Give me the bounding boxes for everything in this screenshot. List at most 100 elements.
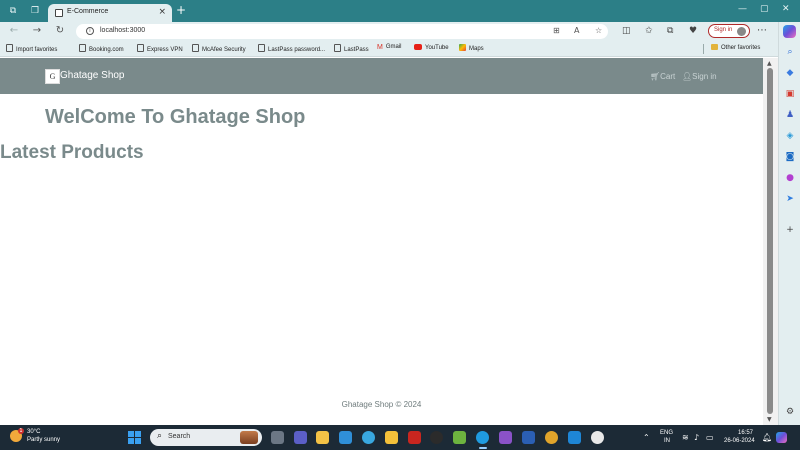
import-icon [6,44,13,52]
store-app-icon[interactable] [453,431,466,444]
weather-description[interactable]: Partly sunny [27,437,60,443]
more-menu-icon[interactable]: ⋯ [757,25,767,36]
bookmark-other-favorites[interactable]: Other favorites [711,44,760,51]
page-icon [334,44,341,52]
bookmark-youtube[interactable]: YouTube [414,44,449,51]
new-tab-button[interactable]: + [176,4,186,16]
bookmark-mcafee[interactable]: McAfee Security [192,44,246,53]
search-highlight-image [240,431,258,444]
word-icon[interactable] [522,431,535,444]
vscode-icon[interactable] [568,431,581,444]
brand-logo-icon[interactable]: G [45,69,60,84]
collections-icon[interactable]: ⧉ [667,26,673,36]
widgets-icon[interactable] [316,431,329,444]
browser-essentials-icon[interactable]: ♥ [689,26,697,36]
cart-icon: 🛒︎ [650,72,661,81]
clock-time[interactable]: 16:57 [738,430,753,436]
favorites-icon[interactable]: ✩ [645,26,653,36]
minimize-icon[interactable]: — [738,4,747,14]
scroll-up-icon[interactable]: ▲ [767,60,772,67]
copilot-app-icon[interactable] [362,431,375,444]
location-app-icon[interactable] [591,431,604,444]
bookmark-lastpass-password[interactable]: LastPass password... [258,44,325,53]
outlook-icon[interactable]: ◙ [784,152,796,162]
bookmark-label: Other favorites [721,45,761,51]
refresh-icon[interactable]: ↻ [54,25,66,36]
scroll-down-icon[interactable]: ▼ [767,416,772,423]
bookmark-label: Maps [469,46,484,52]
search-icon[interactable]: ⌕ [784,47,796,57]
start-tile [135,438,141,444]
battery-icon[interactable]: ▭ [706,433,714,442]
address-url[interactable]: localhost:3000 [100,27,145,34]
maximize-icon[interactable]: ▢ [760,4,769,14]
forward-icon[interactable]: → [31,25,43,36]
edge-active-indicator [479,447,487,449]
taskbar-search[interactable]: ⌕ Search [150,429,262,446]
tab-ecommerce[interactable]: E-Commerce × [48,4,172,22]
bookmark-label: LastPass [344,47,369,53]
add-sidebar-icon[interactable]: + [784,225,796,235]
cart-link[interactable]: 🛒︎Cart [650,72,675,81]
bookmarks-divider [703,44,704,54]
chrome-icon[interactable] [545,431,558,444]
browser-titlebar: ⧉ ❐ E-Commerce × + — ▢ ✕ [0,0,800,22]
edge-icon[interactable] [476,431,489,444]
bookmark-gmail[interactable]: M Gmail [377,44,402,51]
tag-icon[interactable]: ◆ [784,68,796,78]
browser-signin-button[interactable]: Sign in [708,24,750,38]
copilot-icon[interactable] [783,25,796,38]
weather-temperature[interactable]: 30°C [27,429,40,435]
wifi-icon[interactable]: ≋ [682,433,689,442]
media-app-icon[interactable] [430,431,443,444]
show-hidden-icons-icon[interactable]: ⌃ [643,433,650,442]
bookmark-express-vpn[interactable]: Express VPN [137,44,183,53]
page-icon [192,44,199,52]
bookmark-label: LastPass password... [268,47,326,53]
page-icon [258,44,265,52]
signin-link[interactable]: 👤︎Sign in [682,72,717,81]
clock-date[interactable]: 26-06-2024 [724,438,755,444]
windows-taskbar: 1 30°C Partly sunny ⌕ Search ⌃ ENG IN ≋ … [0,425,800,450]
page-icon [137,44,144,52]
tab-close-icon[interactable]: × [158,7,166,17]
workspaces-icon[interactable]: ⧉ [8,6,18,16]
visual-studio-icon[interactable] [499,431,512,444]
app-available-icon[interactable]: ⊞ [553,26,560,35]
language-region[interactable]: IN [664,438,670,444]
close-window-icon[interactable]: ✕ [782,4,790,14]
bookmark-maps[interactable]: Maps [459,44,484,52]
volume-icon[interactable]: ♪ [694,433,699,442]
dell-app-icon[interactable] [339,431,352,444]
search-icon: ⌕ [157,431,163,441]
brand-name-link[interactable]: Ghatage Shop [60,70,125,81]
tab-actions-icon[interactable]: ❐ [30,6,40,16]
language-indicator[interactable]: ENG [660,430,673,436]
task-view-icon[interactable] [271,431,284,444]
games-icon[interactable]: ♟ [784,110,796,120]
back-icon[interactable]: ← [8,25,20,36]
notification-bell-icon[interactable]: 🔔︎ [762,433,772,442]
bookmark-lastpass[interactable]: LastPass [334,44,369,53]
bookmark-booking[interactable]: Booking.com [79,44,124,53]
designer-icon[interactable]: ● [784,173,796,183]
microsoft-365-icon[interactable]: ◈ [784,131,796,141]
favorite-star-icon[interactable]: ☆ [595,26,602,35]
file-explorer-icon[interactable] [385,431,398,444]
send-icon[interactable]: ➤ [784,194,796,204]
latest-products-heading: Latest Products [0,142,144,163]
scroll-thumb[interactable] [767,68,773,414]
page-scrollbar[interactable]: ▲ ▼ [763,58,778,425]
copilot-tray-icon[interactable] [776,432,787,443]
toolbox-icon[interactable]: ▣ [784,89,796,99]
teams-icon[interactable] [294,431,307,444]
settings-gear-icon[interactable]: ⚙ [784,407,796,417]
address-bar[interactable]: i localhost:3000 ⊞ A ☆ [76,24,608,39]
page-viewport: G Ghatage Shop 🛒︎Cart 👤︎Sign in WelCome … [0,58,763,425]
split-screen-icon[interactable]: ◫ [622,26,631,36]
start-button[interactable] [128,431,141,444]
mcafee-icon[interactable] [408,431,421,444]
bookmark-import-favorites[interactable]: Import favorites [6,44,57,53]
site-info-icon[interactable]: i [86,27,94,35]
read-aloud-icon[interactable]: A [574,26,579,35]
